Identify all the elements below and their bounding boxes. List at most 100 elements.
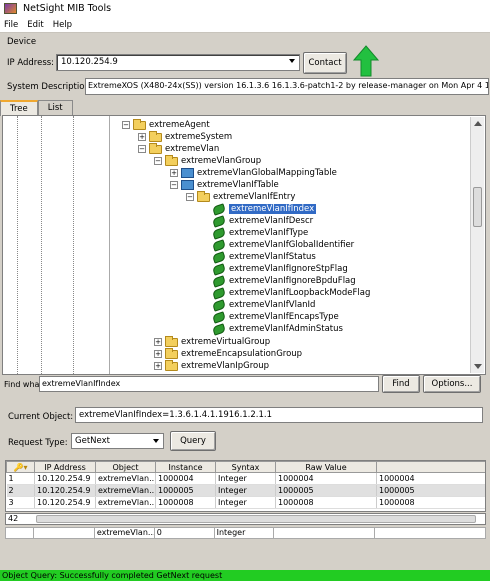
table-row[interactable]: 1 10.120.254.9 extremeVlan... 1000004 In… xyxy=(6,472,485,485)
scroll-down-icon[interactable] xyxy=(474,364,482,369)
result-count: 42 xyxy=(8,514,19,523)
menu-help[interactable]: Help xyxy=(53,20,72,30)
tree-leaf-vlanifignorestpflag[interactable]: extremeVlanIfIgnoreStpFlag xyxy=(213,263,348,275)
results-summary-row: extremeVlan... 0 Integer xyxy=(5,527,486,539)
cell-value: 1000004 xyxy=(376,472,485,485)
column-header-ip[interactable]: IP Address xyxy=(34,461,96,473)
current-object-field[interactable]: extremeVlanIfIndex=1.3.6.1.4.1.1916.1.2.… xyxy=(75,407,483,423)
tree-node-label: extremeVlanIpGroup xyxy=(181,361,270,371)
summary-cell xyxy=(6,528,34,539)
query-button[interactable]: Query xyxy=(170,431,216,451)
cell-raw-value: 1000008 xyxy=(275,496,377,509)
cell-raw-value: 1000005 xyxy=(275,484,377,497)
ip-address-label: IP Address: xyxy=(7,58,55,68)
column-header-key[interactable]: 🔑▾ xyxy=(6,461,35,473)
leaf-icon xyxy=(213,241,226,250)
tree-node-label: extremeVlanGroup xyxy=(181,156,262,166)
tree-leaf-vlanifencapstype[interactable]: extremeVlanIfEncapsType xyxy=(213,311,339,323)
leaf-icon xyxy=(213,265,226,274)
chevron-down-icon[interactable] xyxy=(153,439,159,443)
tree-leaf-vlanifindex[interactable]: extremeVlanIfIndex xyxy=(213,203,317,215)
tab-tree[interactable]: Tree xyxy=(0,100,38,116)
tree-leaf-vlanifadminstatus[interactable]: extremeVlanIfAdminStatus xyxy=(213,323,343,335)
leaf-icon xyxy=(213,289,226,298)
results-table[interactable]: 🔑▾ IP Address Object Instance Syntax Raw… xyxy=(5,460,486,512)
cell-syntax: Integer xyxy=(215,496,276,509)
table-row[interactable]: 2 10.120.254.9 extremeVlan... 1000005 In… xyxy=(6,484,485,497)
table-icon xyxy=(181,168,194,178)
tree-node-vlanifentry[interactable]: − extremeVlanIfEntry xyxy=(186,190,295,203)
folder-icon xyxy=(133,118,146,130)
mib-tree[interactable]: − extremeAgent + extremeSystem − extreme… xyxy=(2,115,486,375)
request-type-value: GetNext xyxy=(75,436,110,446)
tree-node-label: extremeVirtualGroup xyxy=(181,337,271,347)
tree-node-vlaniftable[interactable]: − extremeVlanIfTable xyxy=(170,179,279,191)
table-row[interactable]: 3 10.120.254.9 extremeVlan... 1000008 In… xyxy=(6,496,485,509)
tree-node-extremesystem[interactable]: + extremeSystem xyxy=(138,130,232,143)
tree-leaf-vlanifglobalidentifier[interactable]: extremeVlanIfGlobalIdentifier xyxy=(213,239,354,251)
collapse-icon[interactable]: − xyxy=(154,157,162,165)
contact-button[interactable]: Contact xyxy=(303,52,347,74)
tree-node-extremevirtualgroup[interactable]: + extremeVirtualGroup xyxy=(154,335,271,348)
menu-bar: File Edit Help xyxy=(0,17,490,33)
tree-leaf-vlaniflooopbackmodeflag[interactable]: extremeVlanIfLoopbackModeFlag xyxy=(213,287,370,299)
options-button[interactable]: Options... xyxy=(423,375,481,393)
request-type-select[interactable]: GetNext xyxy=(71,433,164,449)
collapse-icon[interactable]: − xyxy=(122,121,130,129)
collapse-icon[interactable]: − xyxy=(138,145,146,153)
tree-leaf-vlanifdescr[interactable]: extremeVlanIfDescr xyxy=(213,215,313,227)
tree-leaf-vlanifvlanid[interactable]: extremeVlanIfVlanId xyxy=(213,299,315,311)
results-horizontal-scrollbar[interactable] xyxy=(36,515,476,523)
tree-node-extremeencapsulationgroup[interactable]: + extremeEncapsulationGroup xyxy=(154,347,302,360)
menu-file[interactable]: File xyxy=(4,20,18,30)
summary-cell xyxy=(34,528,95,539)
find-what-input[interactable]: extremeVlanIfIndex xyxy=(39,376,379,392)
tree-leaf-label: extremeVlanIfVlanId xyxy=(229,300,316,310)
expand-icon[interactable]: + xyxy=(138,133,146,141)
column-header-syntax[interactable]: Syntax xyxy=(215,461,276,473)
leaf-icon xyxy=(213,325,226,334)
ip-address-combo[interactable]: 10.120.254.9 xyxy=(56,54,300,71)
tree-leaf-label: extremeVlanIfGlobalIdentifier xyxy=(229,240,355,250)
tab-list[interactable]: List xyxy=(37,100,73,116)
tree-leaf-vlanifignorebpduflag[interactable]: extremeVlanIfIgnoreBpduFlag xyxy=(213,275,356,287)
tree-vertical-scrollbar[interactable] xyxy=(470,117,484,373)
collapse-icon[interactable]: − xyxy=(170,181,178,189)
column-header-object[interactable]: Object xyxy=(95,461,156,473)
expand-icon[interactable]: + xyxy=(154,350,162,358)
leaf-icon xyxy=(213,217,226,226)
find-button[interactable]: Find xyxy=(382,375,420,393)
folder-icon xyxy=(149,130,162,142)
column-header-instance[interactable]: Instance xyxy=(155,461,216,473)
tree-node-extremevlanipgroup[interactable]: + extremeVlanIpGroup xyxy=(154,359,270,372)
collapse-icon[interactable]: − xyxy=(186,193,194,201)
system-description-label: System Description: xyxy=(7,82,93,92)
tree-node-globalmappingtable[interactable]: + extremeVlanGlobalMappingTable xyxy=(170,167,337,179)
tree-node-extremevlan[interactable]: − extremeVlan xyxy=(138,142,219,155)
cell-ip: 10.120.254.9 xyxy=(34,496,96,509)
folder-icon xyxy=(165,359,178,371)
results-count-bar: 42 xyxy=(5,513,486,525)
leaf-icon xyxy=(213,277,226,286)
scroll-up-icon[interactable] xyxy=(474,121,482,126)
expand-icon[interactable]: + xyxy=(170,169,178,177)
folder-icon xyxy=(165,335,178,347)
menu-edit[interactable]: Edit xyxy=(27,20,43,30)
tree-leaf-vlanifstatus[interactable]: extremeVlanIfStatus xyxy=(213,251,316,263)
scroll-thumb[interactable] xyxy=(473,187,482,227)
folder-icon xyxy=(149,142,162,154)
column-header-value[interactable] xyxy=(376,461,485,473)
tree-node-extremevlangroup[interactable]: − extremeVlanGroup xyxy=(154,154,262,167)
tree-leaf-vlaniftype[interactable]: extremeVlanIfType xyxy=(213,227,308,239)
cell-value: 1000005 xyxy=(376,484,485,497)
tree-leaf-label: extremeVlanIfEncapsType xyxy=(229,312,339,322)
chevron-down-icon[interactable] xyxy=(289,59,295,63)
app-icon xyxy=(4,3,17,14)
expand-icon[interactable]: + xyxy=(154,362,162,370)
table-icon xyxy=(181,180,194,190)
system-description-field[interactable]: ExtremeXOS (X480-24x(SS)) version 16.1.3… xyxy=(85,78,489,95)
cell-object: extremeVlan... xyxy=(95,472,156,485)
column-header-raw-value[interactable]: Raw Value xyxy=(275,461,377,473)
tree-node-extremeagent[interactable]: − extremeAgent xyxy=(122,118,210,131)
expand-icon[interactable]: + xyxy=(154,338,162,346)
